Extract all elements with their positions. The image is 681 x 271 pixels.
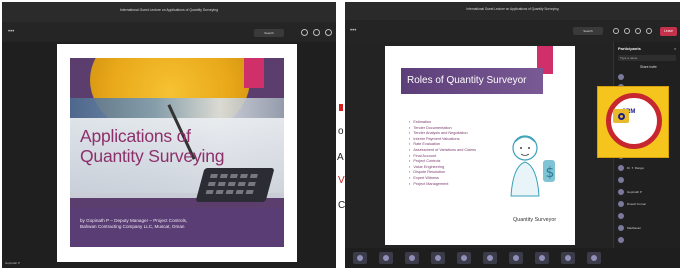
meeting-window-left: International Guest Lecture on Applicati…: [2, 2, 336, 268]
more-icon[interactable]: •••: [8, 28, 14, 36]
video-tile[interactable]: [509, 252, 523, 264]
leave-button[interactable]: Leave: [660, 27, 677, 36]
participant-row[interactable]: Madhavan: [618, 224, 680, 232]
video-tile[interactable]: [405, 252, 419, 264]
search-box[interactable]: Search: [573, 27, 603, 35]
calculator-image: [195, 168, 275, 202]
people-icon[interactable]: [613, 28, 619, 34]
red-fragment: [339, 104, 343, 111]
avatar: [618, 74, 624, 80]
search-box[interactable]: Search: [254, 29, 284, 37]
slide-title-line-1: Applications of: [80, 126, 191, 146]
text-fragment-2: A: [337, 152, 344, 163]
presenter-name: Gopinath P: [5, 261, 21, 265]
video-tile[interactable]: [535, 252, 549, 264]
participant-row[interactable]: Dinesh Kumar: [618, 200, 680, 208]
slide-title-line-2: Quantity Surveying: [80, 146, 225, 166]
window-title: International Guest Lecture on Applicati…: [466, 7, 559, 11]
chat-icon[interactable]: [313, 29, 320, 36]
window-title: International Guest Lecture on Applicati…: [119, 8, 218, 12]
avatar: [618, 225, 624, 231]
gear-icon: [618, 113, 625, 120]
avatar: [618, 237, 624, 243]
video-tile[interactable]: [379, 252, 393, 264]
video-tile[interactable]: [431, 252, 445, 264]
text-fragment-3: V: [338, 175, 345, 186]
close-icon[interactable]: ×: [674, 46, 676, 51]
presentation-slide: Applications of Quantity Surveying by Go…: [70, 58, 284, 247]
participant-name: Dr. T. Ranga: [627, 166, 644, 170]
participant-row[interactable]: [618, 73, 680, 81]
camera-icon[interactable]: [646, 28, 652, 34]
participant-search-input[interactable]: Type a name: [618, 55, 676, 61]
title-bar: International Guest Lecture on Applicati…: [2, 2, 336, 22]
avatar: [618, 165, 624, 171]
people-icon[interactable]: [301, 29, 308, 36]
participant-name: Madhavan: [627, 226, 642, 230]
participant-row[interactable]: [618, 212, 680, 220]
video-tile[interactable]: [353, 252, 367, 264]
text-fragment-1: o: [338, 126, 344, 137]
shared-screen: Applications of Quantity Surveying by Go…: [57, 44, 297, 262]
video-tile-strip: [345, 248, 680, 268]
more-icon[interactable]: •••: [350, 27, 356, 35]
participant-row[interactable]: Dr. T. Ranga: [618, 164, 680, 172]
video-tile[interactable]: [587, 252, 601, 264]
slide-accent-bar: [244, 58, 264, 88]
chat-icon[interactable]: [624, 28, 630, 34]
participant-row[interactable]: Gopinath P: [618, 188, 680, 196]
reactions-icon[interactable]: [325, 29, 332, 36]
participant-name: Gopinath P: [627, 190, 643, 194]
svg-text:$: $: [546, 165, 555, 181]
byline-line-2: Bahwan Contracting Company LLC, Muscat, …: [80, 224, 185, 229]
avatar: [618, 213, 624, 219]
share-invite-button[interactable]: Share invite: [640, 65, 657, 69]
title-bar: International Guest Lecture on Applicati…: [345, 2, 680, 20]
avatar: [618, 201, 624, 207]
shared-screen: Roles of Quantity Surveyor Estimation Te…: [345, 42, 613, 248]
participant-row[interactable]: [618, 176, 680, 184]
quantity-surveyor-illustration: $: [510, 135, 555, 197]
meeting-toolbar: ••• Search: [2, 22, 336, 42]
avatar: [618, 177, 624, 183]
avatar: [618, 189, 624, 195]
list-item: Project Management: [409, 182, 499, 188]
meeting-toolbar: ••• Search Leave: [345, 20, 680, 42]
slide-title: Applications of Quantity Surveying: [80, 126, 280, 166]
slide-title: Roles of Quantity Surveyor: [407, 75, 527, 86]
roles-list: Estimation Tender Documentation Tender A…: [409, 120, 499, 187]
video-tile[interactable]: [457, 252, 471, 264]
video-tile[interactable]: [483, 252, 497, 264]
reactions-icon[interactable]: [635, 28, 641, 34]
participant-row[interactable]: [618, 236, 680, 244]
college-logo: SRM: [597, 86, 669, 158]
presentation-slide: Roles of Quantity Surveyor Estimation Te…: [385, 46, 575, 245]
panel-title: Participants: [618, 46, 641, 51]
illustration-caption: Quantity Surveyor: [513, 217, 557, 223]
slide-byline: by Gopinath P – Deputy Manager – Project…: [80, 218, 280, 230]
participant-name: Dinesh Kumar: [627, 202, 647, 206]
video-tile[interactable]: [561, 252, 575, 264]
